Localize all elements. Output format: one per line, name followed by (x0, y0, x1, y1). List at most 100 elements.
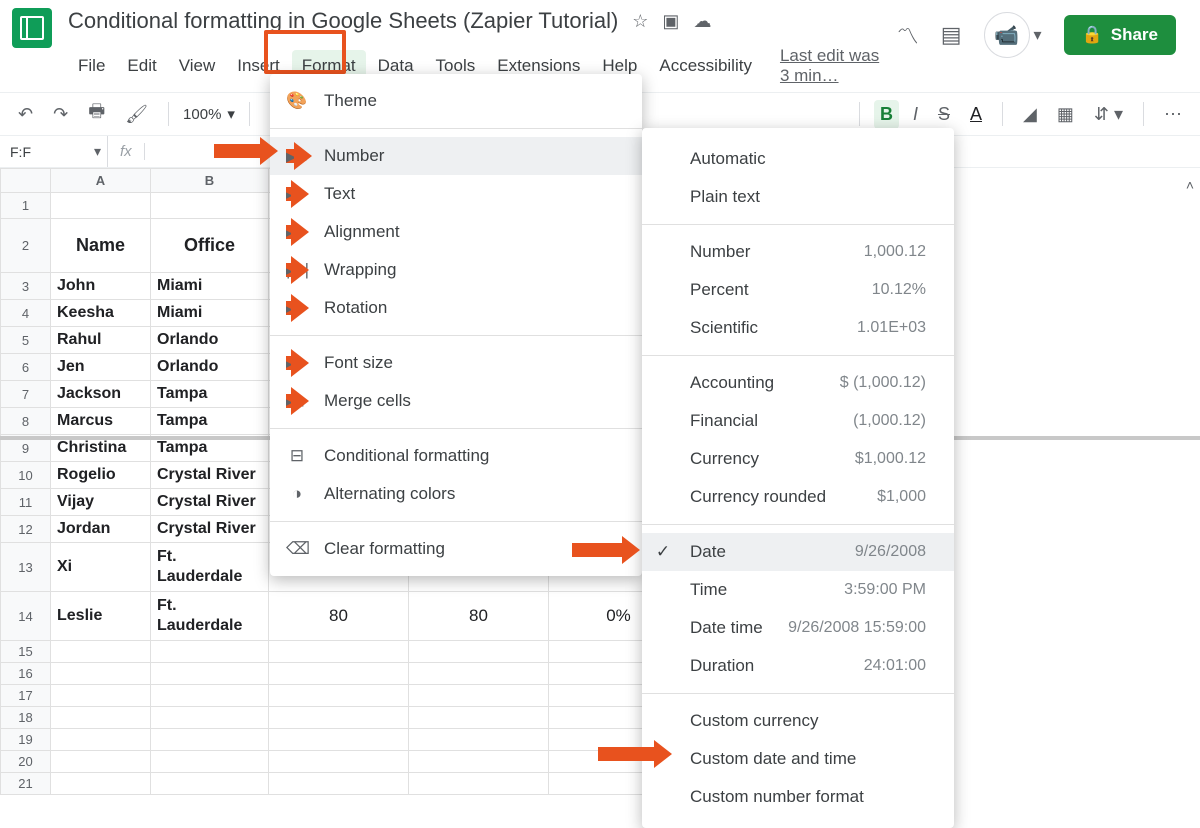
row-header[interactable]: 15 (1, 641, 51, 663)
star-icon[interactable]: ☆ (632, 11, 648, 32)
row-header[interactable]: 11 (1, 489, 51, 516)
number-option[interactable]: Date time9/26/2008 15:59:00 (642, 609, 954, 647)
number-option[interactable]: Scientific1.01E+03 (642, 309, 954, 347)
format-text[interactable]: B Text ▸ (270, 175, 642, 213)
cell[interactable]: Jordan (51, 516, 151, 543)
strikethrough-button[interactable]: S (932, 100, 956, 129)
cell[interactable]: 80 (269, 592, 409, 641)
italic-button[interactable]: I (907, 100, 924, 129)
cell[interactable] (269, 729, 409, 751)
row-header[interactable]: 1 (1, 193, 51, 219)
number-option[interactable]: Automatic (642, 140, 954, 178)
row-header[interactable]: 6 (1, 354, 51, 381)
cell[interactable]: Crystal River (151, 462, 269, 489)
col-header-A[interactable]: A (51, 169, 151, 193)
row-header[interactable]: 20 (1, 751, 51, 773)
cell[interactable] (51, 729, 151, 751)
cell[interactable]: Orlando (151, 354, 269, 381)
cell[interactable]: Tampa (151, 435, 269, 462)
text-color-button[interactable]: A (964, 100, 988, 129)
cell[interactable]: Ft.Lauderdale (151, 592, 269, 641)
number-option[interactable]: Custom date and time (642, 740, 954, 778)
format-theme[interactable]: 🎨 Theme (270, 82, 642, 120)
number-option[interactable]: Number1,000.12 (642, 233, 954, 271)
number-option[interactable]: Plain text (642, 178, 954, 216)
number-option[interactable]: Accounting$ (1,000.12) (642, 364, 954, 402)
row-header[interactable]: 2 (1, 219, 51, 273)
cell[interactable]: Rogelio (51, 462, 151, 489)
cell[interactable] (409, 663, 549, 685)
cell[interactable]: Crystal River (151, 489, 269, 516)
table-header-office[interactable]: Office (151, 219, 269, 273)
number-option[interactable]: Financial(1,000.12) (642, 402, 954, 440)
cell[interactable]: 80 (409, 592, 549, 641)
cell[interactable] (151, 685, 269, 707)
format-merge-cells[interactable]: ⤡ Merge cells ▸ (270, 382, 642, 420)
cell[interactable]: Marcus (51, 408, 151, 435)
format-alignment[interactable]: ≡ Alignment ▸ (270, 213, 642, 251)
row-header[interactable]: 9 (1, 435, 51, 462)
format-number[interactable]: 123 Number ▶ (270, 137, 642, 175)
activity-icon[interactable]: 〽 (897, 19, 919, 51)
cell[interactable]: Jen (51, 354, 151, 381)
cell[interactable]: Miami (151, 273, 269, 300)
cell[interactable]: Ft.Lauderdale (151, 543, 269, 592)
move-icon[interactable]: ▣ (662, 11, 679, 32)
cell[interactable] (409, 751, 549, 773)
number-option[interactable]: Currency$1,000.12 (642, 440, 954, 478)
format-clear[interactable]: ⌫ Clear formatting ⌘\ (270, 530, 642, 568)
cell[interactable] (151, 707, 269, 729)
cell[interactable] (51, 663, 151, 685)
bold-button[interactable]: B (874, 100, 899, 129)
select-all-corner[interactable] (1, 169, 51, 193)
cell[interactable] (151, 729, 269, 751)
merge-icon[interactable]: ⇵ ▾ (1088, 100, 1129, 129)
row-header[interactable]: 5 (1, 327, 51, 354)
number-option[interactable]: Duration24:01:00 (642, 647, 954, 685)
cell[interactable] (409, 729, 549, 751)
paint-format-icon[interactable]: 🖌 (119, 100, 154, 129)
cell[interactable] (51, 641, 151, 663)
col-header-B[interactable]: B (151, 169, 269, 193)
format-rotation[interactable]: ⤸ Rotation ▸ (270, 289, 642, 327)
row-header[interactable]: 13 (1, 543, 51, 592)
cell[interactable]: Tampa (151, 381, 269, 408)
print-icon[interactable]: 🖶 (82, 95, 111, 133)
cell[interactable] (409, 685, 549, 707)
cell[interactable]: Jackson (51, 381, 151, 408)
cell[interactable] (409, 641, 549, 663)
cell[interactable]: Miami (151, 300, 269, 327)
row-header[interactable]: 3 (1, 273, 51, 300)
cell[interactable] (269, 751, 409, 773)
comments-icon[interactable]: ▤ (941, 22, 962, 48)
cell[interactable] (269, 773, 409, 795)
name-box[interactable]: F:F▾ (0, 136, 108, 167)
cell[interactable] (151, 641, 269, 663)
cell[interactable]: Keesha (51, 300, 151, 327)
undo-icon[interactable]: ↶ (12, 100, 39, 129)
cell[interactable]: Tampa (151, 408, 269, 435)
row-header[interactable]: 12 (1, 516, 51, 543)
cell[interactable]: Rahul (51, 327, 151, 354)
cell[interactable] (51, 773, 151, 795)
menu-edit[interactable]: Edit (117, 50, 166, 82)
format-conditional[interactable]: ⊟ Conditional formatting (270, 437, 642, 475)
cell[interactable] (151, 773, 269, 795)
cell[interactable]: Orlando (151, 327, 269, 354)
table-header-name[interactable]: Name (51, 219, 151, 273)
number-option[interactable]: Time3:59:00 PM (642, 571, 954, 609)
cell[interactable] (409, 773, 549, 795)
meet-dropdown-icon[interactable]: ▾ (1034, 25, 1042, 45)
sheets-logo-icon[interactable] (12, 8, 52, 48)
cell[interactable] (269, 663, 409, 685)
row-header[interactable]: 8 (1, 408, 51, 435)
row-header[interactable]: 10 (1, 462, 51, 489)
row-header[interactable]: 18 (1, 707, 51, 729)
cell[interactable] (269, 641, 409, 663)
cell[interactable]: John (51, 273, 151, 300)
number-option[interactable]: Currency rounded$1,000 (642, 478, 954, 516)
document-title[interactable]: Conditional formatting in Google Sheets … (68, 8, 618, 34)
cell[interactable]: Christina (51, 435, 151, 462)
format-wrapping[interactable]: |↵| Wrapping ▸ (270, 251, 642, 289)
last-edit-link[interactable]: Last edit was 3 min… (770, 40, 897, 92)
